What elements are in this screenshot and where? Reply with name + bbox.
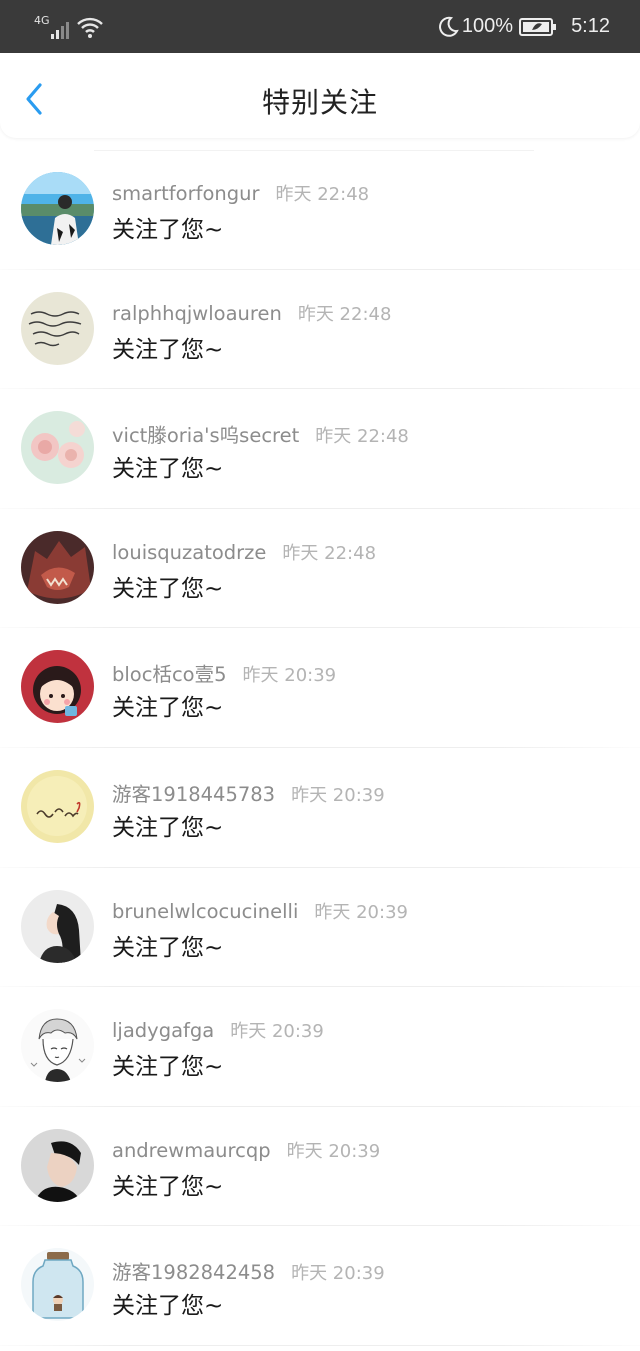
list-item[interactable]: 游客1918445783 昨天 20:39 关注了您~ (0, 748, 640, 868)
timestamp: 昨天 20:39 (230, 1021, 324, 1043)
avatar[interactable] (21, 1248, 94, 1322)
username[interactable]: vict滕oria's呜secret (112, 424, 299, 447)
message-text: 关注了您~ (112, 456, 224, 483)
status-left: 4G (34, 13, 103, 39)
message-text: 关注了您~ (112, 575, 224, 602)
avatar[interactable] (21, 172, 94, 245)
list-item[interactable]: smartforfongur 昨天 22:48 关注了您~ (0, 150, 640, 270)
page-title: 特别关注 (261, 86, 378, 119)
username[interactable]: 游客1918445783 (112, 783, 275, 806)
username[interactable]: ljadygafga (112, 1019, 214, 1042)
avatar[interactable] (21, 1009, 94, 1083)
username[interactable]: andrewmaurcqp (112, 1139, 271, 1162)
timestamp: 昨天 20:39 (291, 1263, 385, 1285)
avatar[interactable] (21, 530, 94, 604)
avatar[interactable] (21, 889, 94, 963)
username[interactable]: brunelwlcocucinelli (112, 900, 298, 923)
avatar[interactable] (21, 1128, 94, 1202)
message-text: 关注了您~ (112, 814, 224, 841)
clock: 5:12 (571, 15, 610, 37)
list-item[interactable]: andrewmaurcqp 昨天 20:39 关注了您~ (0, 1107, 640, 1227)
message-text: 关注了您~ (112, 934, 224, 961)
list-item[interactable]: ljadygafga 昨天 20:39 关注了您~ (0, 987, 640, 1107)
list-item[interactable]: ralphhqjwloauren 昨天 22:48 关注了您~ (0, 270, 640, 390)
message-text: 关注了您~ (112, 217, 224, 243)
battery-icon (519, 17, 557, 36)
timestamp: 昨天 22:48 (297, 303, 392, 325)
nav-bar: 特别关注 (0, 53, 640, 138)
message-text: 关注了您~ (112, 1054, 224, 1081)
status-bar: 4G 100% 5:12 (0, 0, 640, 53)
list-item[interactable]: brunelwlcocucinelli 昨天 20:39 关注了您~ (0, 868, 640, 988)
signal-icon (50, 22, 69, 39)
message-text: 关注了您~ (112, 1293, 224, 1320)
username[interactable]: bloc栝co壹5 (112, 663, 227, 686)
timestamp: 昨天 22:48 (282, 542, 377, 564)
timestamp: 昨天 22:48 (315, 426, 409, 448)
username[interactable]: 游客1982842458 (112, 1261, 275, 1284)
wifi-icon (76, 17, 103, 38)
timestamp: 昨天 20:39 (242, 665, 337, 687)
message-text: 关注了您~ (112, 1173, 224, 1200)
notification-list: smartforfongur 昨天 22:48 关注了您~ ralphhqjwlo… (0, 150, 640, 1346)
username[interactable]: louisquzatodrze (112, 541, 266, 564)
moon-icon (439, 16, 459, 37)
divider (0, 1344, 640, 1346)
avatar[interactable] (21, 291, 94, 365)
avatar[interactable] (21, 769, 94, 843)
timestamp: 昨天 20:39 (291, 784, 385, 806)
avatar[interactable] (21, 650, 94, 724)
network-type: 4G (34, 14, 50, 27)
username[interactable]: ralphhqjwloauren (112, 302, 282, 325)
battery-percent: 100% (461, 15, 514, 37)
timestamp: 昨天 20:39 (286, 1140, 381, 1162)
username[interactable]: smartforfongur (112, 182, 260, 205)
avatar[interactable] (21, 411, 94, 485)
message-text: 关注了您~ (112, 336, 224, 363)
status-right: 100% 5:12 (437, 0, 610, 53)
list-item[interactable]: bloc栝co壹5 昨天 20:39 关注了您~ (0, 628, 640, 748)
list-item[interactable]: vict滕oria's呜secret 昨天 22:48 关注了您~ (0, 389, 640, 509)
list-item[interactable]: 游客1982842458 昨天 20:39 关注了您~ (0, 1226, 640, 1346)
message-text: 关注了您~ (112, 695, 224, 722)
timestamp: 昨天 22:48 (275, 184, 370, 205)
list-item[interactable]: louisquzatodrze 昨天 22:48 关注了您~ (0, 509, 640, 629)
timestamp: 昨天 20:39 (314, 901, 408, 923)
